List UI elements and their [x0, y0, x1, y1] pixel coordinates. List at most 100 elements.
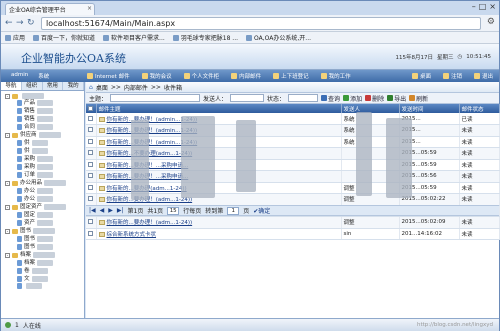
menu-attendance[interactable]: 上下班登记 — [267, 72, 315, 80]
tree-item[interactable]: 采购 — [3, 155, 82, 163]
tree-item[interactable]: 供 — [3, 139, 82, 147]
menu-internet-mail[interactable]: Internet 邮件 — [81, 72, 136, 80]
tree-item[interactable]: 档案 — [3, 259, 82, 267]
menu-my-meeting[interactable]: 我的会议 — [136, 72, 178, 80]
collapse-icon[interactable]: - — [5, 93, 10, 99]
row-checkbox-cell[interactable] — [86, 182, 97, 194]
subject-input[interactable] — [110, 94, 201, 102]
tree-item[interactable]: 合同 — [3, 123, 82, 131]
delete-button[interactable]: 删除 — [365, 94, 384, 103]
tree-folder[interactable]: - 固定资产 — [3, 203, 82, 211]
collapse-icon[interactable]: - — [5, 204, 10, 210]
sender-input[interactable] — [230, 94, 265, 102]
row-checkbox-cell[interactable] — [86, 124, 97, 137]
first-page-icon[interactable]: |◀ — [89, 207, 96, 214]
checkbox[interactable] — [88, 138, 93, 144]
checkbox[interactable] — [88, 127, 93, 133]
tree-item[interactable]: 办公 — [3, 195, 82, 203]
wrench-icon[interactable]: ⚙ — [487, 17, 495, 27]
add-button[interactable]: 添加 — [343, 94, 362, 103]
collapse-icon[interactable]: - — [5, 228, 10, 234]
bookmark-apps[interactable]: 应用 — [5, 34, 25, 42]
tree-item[interactable]: 图书 — [3, 243, 82, 251]
col-status[interactable]: 邮件状态 — [459, 104, 500, 113]
menu-internal-mail[interactable]: 内部邮件 — [225, 72, 267, 80]
online-label[interactable]: 人在线 — [23, 321, 41, 330]
tree-item[interactable]: 产品 — [3, 99, 82, 107]
tree-item[interactable]: 采购 — [3, 163, 82, 171]
subject-link[interactable]: 综合新系统方式卡状 — [107, 232, 157, 238]
export-button[interactable]: 导出 — [387, 94, 406, 103]
goto-page-input[interactable]: 1 — [227, 206, 240, 215]
tree-item[interactable]: 文 — [3, 275, 82, 283]
collapse-icon[interactable]: - — [5, 252, 10, 258]
prev-page-icon[interactable]: ◀ — [100, 207, 105, 214]
maximize-icon[interactable]: □ — [479, 2, 487, 11]
checkbox[interactable] — [88, 115, 93, 121]
bookmark-baidu[interactable]: 百度一下，你就知道 — [33, 34, 95, 42]
checkbox[interactable] — [88, 173, 93, 179]
row-checkbox-cell[interactable] — [86, 136, 97, 148]
menu-exit[interactable]: 退出 — [468, 72, 499, 80]
tree-folder[interactable]: - 办公用品 — [3, 179, 82, 187]
tree-folder[interactable]: - 图书 — [3, 227, 82, 235]
user-role[interactable]: 系统 — [38, 72, 49, 80]
minimize-icon[interactable]: – — [472, 2, 476, 11]
breadcrumb-desktop[interactable]: 桌面 — [96, 83, 108, 92]
table-row[interactable]: 综合新系统方式卡状 sin 201...14:16:02 未读 — [86, 228, 500, 240]
breadcrumb-internal-mail[interactable]: 内部邮件 — [124, 83, 148, 92]
sidebar-tab-common[interactable]: 常用 — [43, 82, 64, 90]
row-checkbox-cell[interactable] — [86, 113, 97, 125]
tree-item[interactable]: 图书 — [3, 235, 82, 243]
menu-desktop[interactable]: 桌面 — [406, 72, 437, 80]
tree-item[interactable] — [3, 283, 82, 289]
menu-logout[interactable]: 注销 — [437, 72, 468, 80]
checkbox[interactable] — [88, 230, 93, 236]
col-time[interactable]: 发送时间 — [399, 104, 460, 113]
sidebar-tab-nav[interactable]: 导航 — [1, 82, 22, 90]
tree-item[interactable]: 办公 — [3, 187, 82, 195]
subject-cell[interactable]: 你有新的...要办理！(adm...1-24)) — [96, 216, 342, 229]
tree-item[interactable]: 销售 — [3, 107, 82, 115]
row-checkbox-cell[interactable] — [86, 216, 97, 229]
tree-item[interactable]: 资产 — [3, 219, 82, 227]
menu-file-cabinet[interactable]: 个人文件柜 — [178, 72, 226, 80]
checkbox[interactable] — [88, 219, 93, 225]
checkbox[interactable] — [88, 150, 93, 156]
collapse-icon[interactable]: - — [5, 132, 10, 138]
collapse-icon[interactable]: - — [5, 180, 10, 186]
bookmark-oa[interactable]: OA,OA办公系统,开... — [246, 34, 311, 42]
refresh-button[interactable]: 刷新 — [409, 94, 428, 103]
sidebar-tab-org[interactable]: 组织 — [22, 82, 43, 90]
page-size-input[interactable]: 15 — [167, 206, 180, 215]
forward-icon[interactable]: → — [16, 18, 24, 28]
subject-link[interactable]: 你有新的...要办理！(adm...1-24)) — [107, 197, 193, 203]
next-page-icon[interactable]: ▶ — [108, 207, 113, 214]
reload-icon[interactable]: ↻ — [27, 18, 35, 28]
subject-cell[interactable]: 综合新系统方式卡状 — [96, 228, 342, 240]
col-subject[interactable]: 邮件主题 — [96, 104, 342, 113]
confirm-button[interactable]: ✔确定 — [253, 206, 270, 215]
browser-tab[interactable]: 企业OA综合管理平台 × — [5, 3, 95, 15]
last-page-icon[interactable]: ▶| — [117, 207, 124, 214]
tree-item[interactable]: 固定 — [3, 211, 82, 219]
table-row[interactable]: 你有新的...要办理！(adm...1-24)) 调整 2015...05:02:0… — [86, 216, 500, 229]
select-all-checkbox[interactable] — [86, 104, 97, 113]
sidebar-tab-mine[interactable]: 我的 — [63, 82, 84, 90]
status-select[interactable] — [288, 94, 319, 102]
search-button[interactable]: 查询 — [321, 94, 340, 103]
close-window-icon[interactable]: × — [489, 2, 496, 11]
back-icon[interactable]: ← — [5, 18, 13, 28]
menu-my-work[interactable]: 我的工作 — [315, 72, 357, 80]
tree-item[interactable]: 卷 — [3, 267, 82, 275]
row-checkbox-cell[interactable] — [86, 228, 97, 240]
subject-link[interactable]: 你有新的...不要办理(adm...1-24)) — [107, 151, 193, 157]
checkbox[interactable] — [88, 105, 93, 111]
row-checkbox-cell[interactable] — [86, 159, 97, 171]
tab-close-icon[interactable]: × — [87, 5, 92, 12]
row-checkbox-cell[interactable] — [86, 147, 97, 160]
bookmark-badminton[interactable]: 羽毛球专家把脉18 ... — [172, 34, 238, 42]
subject-link[interactable]: 你有新的...要办理！(adm...1-24)) — [107, 220, 193, 226]
checkbox[interactable] — [88, 161, 93, 167]
bookmark-software[interactable]: 软件项目客户需求... — [103, 34, 165, 42]
